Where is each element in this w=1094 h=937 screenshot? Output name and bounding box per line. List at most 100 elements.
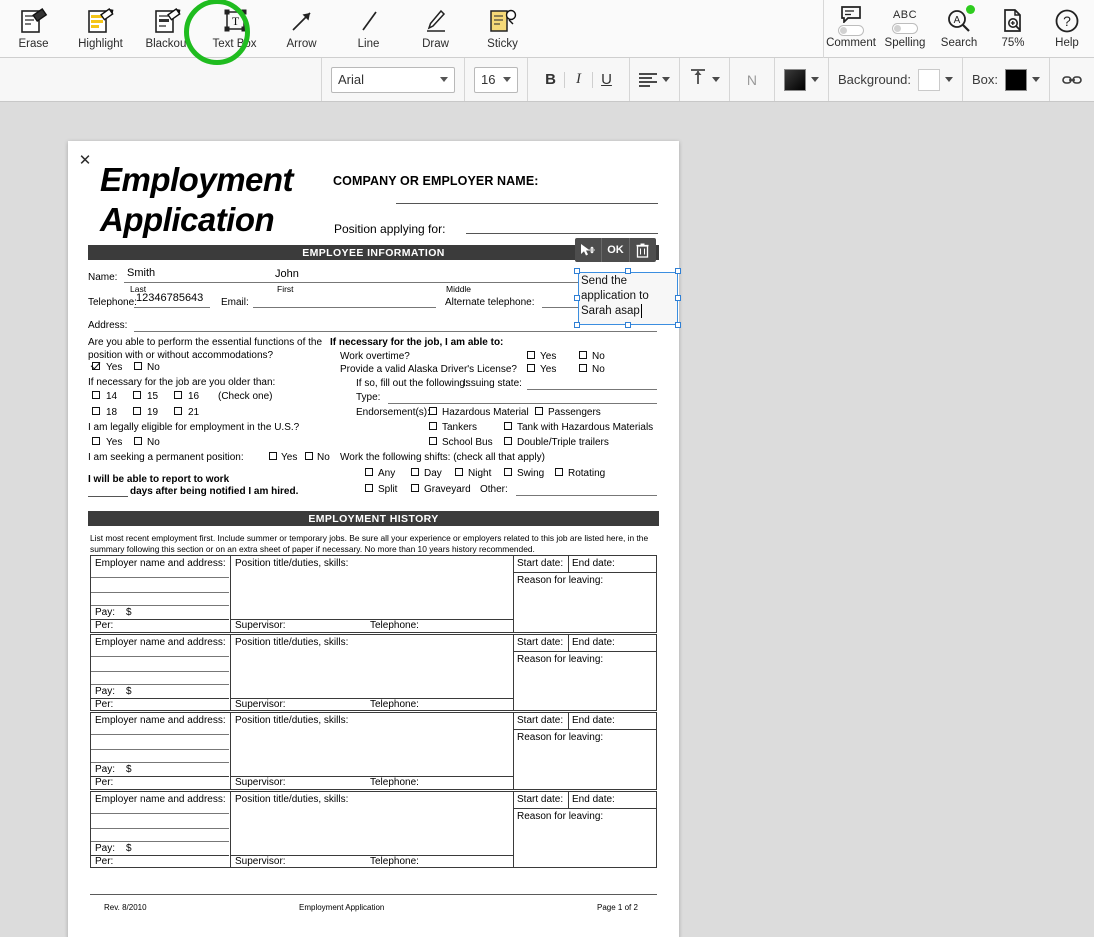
font-size-select[interactable]: 16 xyxy=(473,66,518,93)
tool-erase[interactable]: Erase xyxy=(0,0,67,56)
overtime-no-label: No xyxy=(592,351,605,362)
tool-highlight[interactable]: Highlight xyxy=(67,0,134,56)
older-than-question: If necessary for the job are you older t… xyxy=(88,377,276,388)
help-button[interactable]: ? Help xyxy=(1040,0,1094,56)
tool-sticky[interactable]: Sticky xyxy=(469,0,536,56)
chevron-down-icon[interactable] xyxy=(1032,77,1040,82)
eligible-no-checkbox[interactable] xyxy=(134,437,142,445)
essential-yes-checkbox[interactable] xyxy=(92,362,100,370)
age-19-checkbox[interactable] xyxy=(133,407,141,415)
resize-handle-sw[interactable] xyxy=(574,322,580,328)
employer-write-line xyxy=(91,812,229,814)
license-yes-checkbox[interactable] xyxy=(527,364,535,372)
shift-split-checkbox[interactable] xyxy=(365,484,373,492)
resize-handle-w[interactable] xyxy=(574,295,580,301)
chevron-down-icon[interactable] xyxy=(944,77,953,82)
shift-day-checkbox[interactable] xyxy=(411,468,419,476)
link-icon[interactable] xyxy=(1059,67,1085,93)
alignment-cell xyxy=(630,58,680,101)
shift-swing-label: Swing xyxy=(517,468,545,479)
endorsement-school-bus-checkbox[interactable] xyxy=(429,437,437,445)
tool-blackout[interactable]: Blackout xyxy=(134,0,201,56)
resize-handle-s[interactable] xyxy=(625,322,631,328)
telephone-label: Telephone: xyxy=(370,777,419,789)
permanent-no-checkbox[interactable] xyxy=(305,452,313,460)
endorsement-tankers-checkbox[interactable] xyxy=(429,422,437,430)
overtime-no-checkbox[interactable] xyxy=(579,351,587,359)
shift-any-checkbox[interactable] xyxy=(365,468,373,476)
age-18-checkbox[interactable] xyxy=(92,407,100,415)
shift-night-checkbox[interactable] xyxy=(455,468,463,476)
endorsement-school-bus-label: School Bus xyxy=(442,437,493,448)
text-color-swatch[interactable] xyxy=(783,68,806,91)
chevron-down-icon[interactable] xyxy=(810,77,819,82)
tool-line[interactable]: Line xyxy=(335,0,402,56)
col-divider-employer xyxy=(230,555,231,633)
text-box-annotation[interactable]: Send the application to Sarah asap xyxy=(574,268,681,328)
align-left-icon[interactable] xyxy=(638,72,657,87)
resize-handle-nw[interactable] xyxy=(574,268,580,274)
age-21-checkbox[interactable] xyxy=(174,407,182,415)
italic-button[interactable]: I xyxy=(565,67,592,93)
zoom-button[interactable]: 75% xyxy=(986,0,1040,56)
col-divider-employer xyxy=(230,790,231,869)
tool-draw[interactable]: Draw xyxy=(402,0,469,56)
endorsement-passengers-checkbox[interactable] xyxy=(535,407,543,415)
zoom-page-icon xyxy=(1001,5,1025,37)
font-family-select[interactable]: Arial xyxy=(330,66,455,93)
endorsement-tank-hazmat-checkbox[interactable] xyxy=(504,422,512,430)
bold-button[interactable]: B xyxy=(537,67,564,93)
license-no-checkbox[interactable] xyxy=(579,364,587,372)
background-color-swatch[interactable] xyxy=(917,68,940,91)
numbering-button[interactable]: N xyxy=(739,72,765,88)
age-14-checkbox[interactable] xyxy=(92,391,100,399)
endorsement-double-triple-checkbox[interactable] xyxy=(504,437,512,445)
text-box-frame[interactable]: Send the application to Sarah asap xyxy=(578,272,678,325)
name-label: Name: xyxy=(88,272,118,283)
box-color-swatch[interactable] xyxy=(1005,68,1027,91)
endorsement-hazmat-checkbox[interactable] xyxy=(429,407,437,415)
essential-no-checkbox[interactable] xyxy=(134,362,142,370)
age-15-checkbox[interactable] xyxy=(133,391,141,399)
shift-rotating-checkbox[interactable] xyxy=(555,468,563,476)
search-button[interactable]: A Search xyxy=(932,0,986,56)
move-annotation-button[interactable] xyxy=(575,238,603,262)
resize-handle-se[interactable] xyxy=(675,322,681,328)
resize-handle-n[interactable] xyxy=(625,268,631,274)
employer-write-line xyxy=(91,749,229,751)
age-16-checkbox[interactable] xyxy=(174,391,182,399)
resize-handle-e[interactable] xyxy=(675,295,681,301)
resize-handle-ne[interactable] xyxy=(675,268,681,274)
middle-label: Middle xyxy=(446,284,472,294)
background-label: Background: xyxy=(837,72,911,87)
underline-button[interactable]: U xyxy=(593,67,620,93)
shift-split-label: Split xyxy=(378,484,398,495)
spelling-toggle[interactable]: ABC Spelling xyxy=(878,0,932,56)
end-date-header: End date: xyxy=(572,715,615,727)
col-divider-employer xyxy=(230,633,231,712)
col-divider-employer xyxy=(230,712,231,790)
spelling-switch[interactable] xyxy=(892,22,918,34)
issuing-state-label: Issuing state: xyxy=(463,378,522,389)
position-rule xyxy=(466,233,658,234)
tool-text-box[interactable]: T Text Box xyxy=(201,0,268,56)
permanent-no-label: No xyxy=(317,452,330,463)
ok-button[interactable]: OK xyxy=(602,238,630,262)
comment-switch[interactable] xyxy=(838,25,864,36)
shift-swing-checkbox[interactable] xyxy=(504,468,512,476)
chevron-down-icon[interactable] xyxy=(711,77,720,82)
permanent-yes-checkbox[interactable] xyxy=(269,452,277,460)
col-divider-dates xyxy=(568,633,569,651)
text-box-value[interactable]: Send the application to Sarah asap xyxy=(581,274,678,319)
chevron-down-icon[interactable] xyxy=(661,77,670,82)
svg-text:?: ? xyxy=(1063,13,1071,29)
eligible-yes-checkbox[interactable] xyxy=(92,437,100,445)
endorsement-double-triple-label: Double/Triple trailers xyxy=(517,437,609,448)
utility-toolbar: Comment ABC Spelling A Search 75% ? Help xyxy=(823,0,1094,58)
shift-graveyard-checkbox[interactable] xyxy=(411,484,419,492)
tool-arrow[interactable]: Arrow xyxy=(268,0,335,56)
overtime-yes-checkbox[interactable] xyxy=(527,351,535,359)
delete-annotation-button[interactable] xyxy=(630,238,656,262)
comment-toggle[interactable]: Comment xyxy=(824,0,878,56)
line-spacing-icon[interactable] xyxy=(689,67,707,92)
